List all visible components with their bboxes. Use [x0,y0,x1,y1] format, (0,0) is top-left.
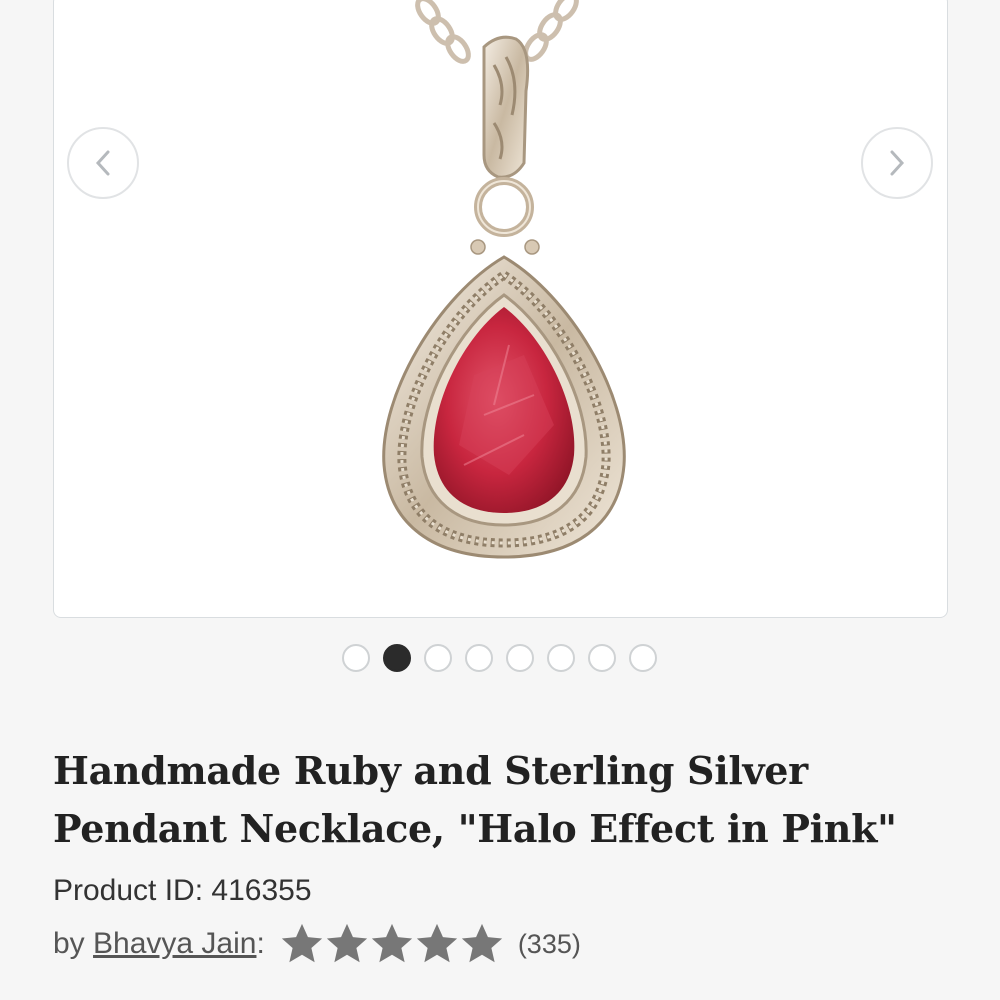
carousel-dot[interactable] [629,644,657,672]
product-title-line-2: Pendant Necklace, "Halo Effect in Pink" [53,806,897,851]
carousel-pagination [342,644,657,672]
product-id-value: 416355 [211,874,312,907]
star-icon [371,923,412,963]
star-icon [416,923,457,963]
product-id-label: Product ID: [53,874,204,907]
chevron-right-icon [890,150,905,176]
chevron-left-icon [95,150,110,176]
product-gallery [53,0,948,618]
artist-link[interactable]: Bhavya Jain [93,927,256,961]
by-label: by [53,927,85,960]
product-image[interactable] [54,0,947,617]
star-rating[interactable] [279,921,504,967]
star-icon [281,923,322,963]
artist-suffix: : [256,927,265,960]
previous-image-button[interactable] [67,127,139,199]
star-icon [326,923,367,963]
carousel-dot[interactable] [588,644,616,672]
carousel-dot[interactable] [342,644,370,672]
product-id: Product ID: 416355 [53,874,312,908]
carousel-dot[interactable] [547,644,575,672]
next-image-button[interactable] [861,127,933,199]
product-title: Handmade Ruby and Sterling Silver Pendan… [53,742,953,858]
carousel-dot[interactable] [383,644,411,672]
carousel-dot[interactable] [424,644,452,672]
carousel-dot[interactable] [506,644,534,672]
star-icon [461,923,502,963]
product-title-line-1: Handmade Ruby and Sterling Silver [53,748,808,793]
artist-byline: by Bhavya Jain: (335) [53,920,581,968]
product-page: Handmade Ruby and Sterling Silver Pendan… [0,0,1000,1000]
carousel-dot[interactable] [465,644,493,672]
review-count[interactable]: (335) [518,929,581,960]
